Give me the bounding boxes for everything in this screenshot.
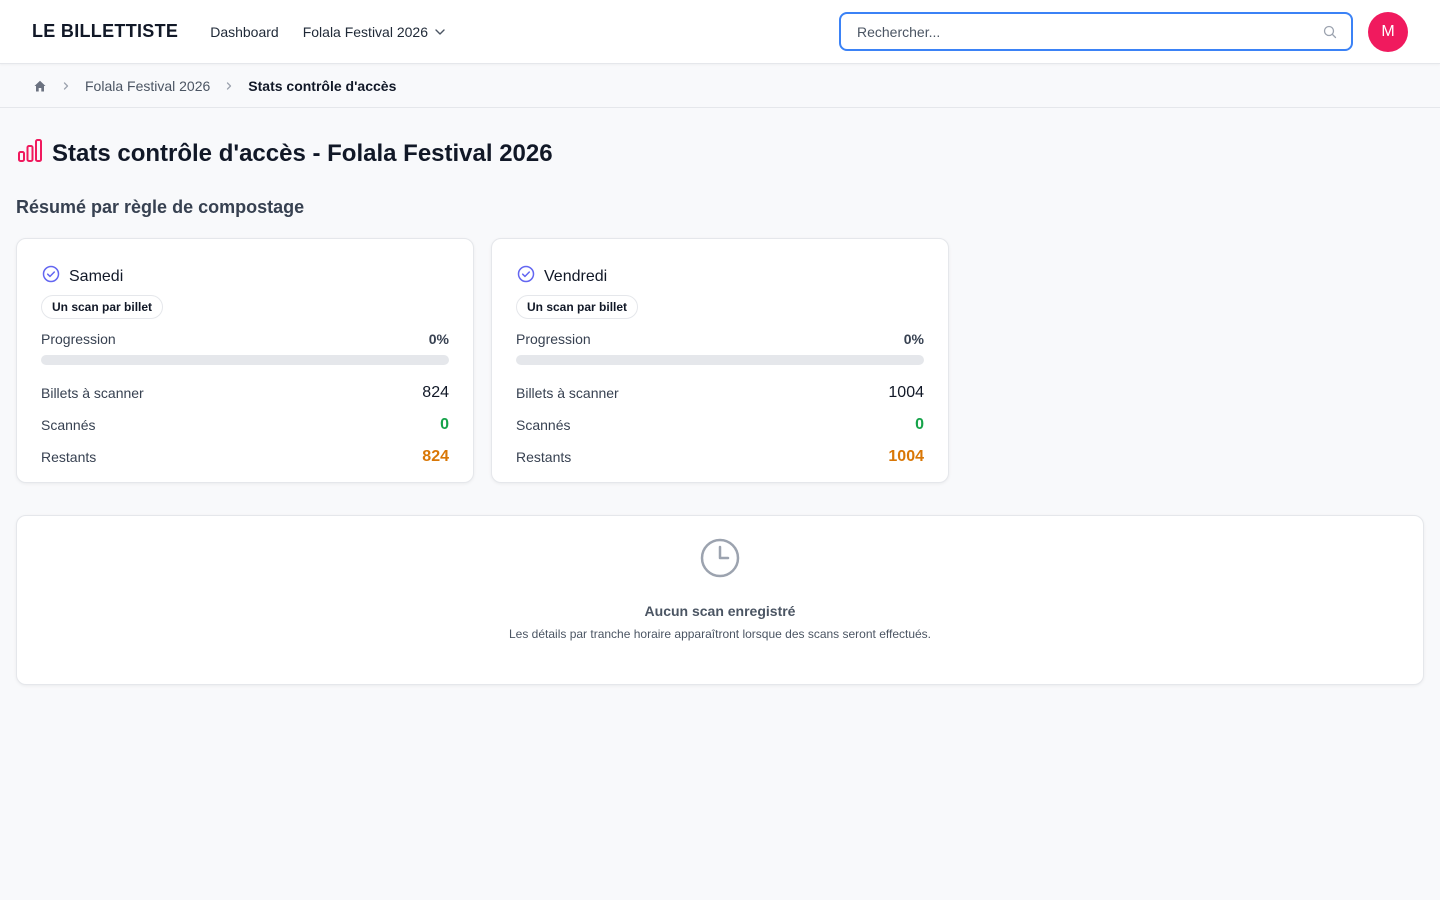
chevron-down-icon: [434, 26, 446, 38]
progress-bar: [41, 355, 449, 365]
home-icon[interactable]: [33, 79, 47, 93]
bar-chart-icon: [16, 138, 44, 169]
progress-label: Progression: [516, 331, 591, 347]
check-circle-icon: [516, 264, 536, 289]
nav-event-dropdown[interactable]: Folala Festival 2026: [303, 24, 446, 40]
stat-label: Restants: [41, 449, 97, 465]
progress-row: Progression 0%: [516, 331, 924, 347]
nav-event-label: Folala Festival 2026: [302, 23, 428, 40]
stat-label: Billets à scanner: [516, 385, 619, 401]
breadcrumb-event[interactable]: Folala Festival 2026: [85, 78, 210, 94]
progress-percent: 0%: [428, 331, 449, 347]
main-content: Stats contrôle d'accès - Folala Festival…: [0, 138, 1440, 685]
stat-label: Restants: [516, 449, 572, 465]
stat-row-scanned: Scannés 0: [41, 409, 449, 441]
chevron-right-icon: [61, 81, 71, 91]
rule-badge: Un scan par billet: [41, 295, 164, 319]
user-avatar[interactable]: M: [1368, 12, 1408, 52]
rule-badge: Un scan par billet: [516, 295, 639, 319]
page-title: Stats contrôle d'accès - Folala Festival…: [52, 139, 553, 167]
clock-icon: [698, 536, 742, 585]
rule-name: Vendredi: [544, 267, 608, 285]
rule-card-samedi: Samedi Un scan par billet Progression 0%…: [16, 238, 474, 483]
stat-value-scanned: 0: [915, 416, 924, 433]
stat-label: Scannés: [41, 417, 96, 433]
stat-value-total: 1004: [888, 384, 924, 401]
chevron-right-icon: [224, 81, 234, 91]
rule-card-vendredi: Vendredi Un scan par billet Progression …: [491, 238, 949, 483]
stat-value-remaining: 824: [422, 448, 449, 465]
empty-state-title: Aucun scan enregistré: [644, 603, 796, 619]
search-icon[interactable]: [1323, 25, 1337, 39]
empty-state-panel: Aucun scan enregistré Les détails par tr…: [16, 515, 1424, 685]
stat-value-remaining: 1004: [888, 448, 924, 465]
search-input[interactable]: [841, 14, 1323, 49]
nav-dashboard-label: Dashboard: [210, 23, 279, 40]
stat-row-scanned: Scannés 0: [516, 409, 924, 441]
top-navbar: LE BILLETTISTE Dashboard Folala Festival…: [0, 0, 1440, 64]
section-title: Résumé par règle de compostage: [16, 197, 305, 217]
stat-value-total: 824: [422, 384, 449, 401]
nav-dashboard[interactable]: Dashboard: [210, 24, 279, 40]
page-header: Stats contrôle d'accès - Folala Festival…: [16, 138, 1424, 169]
progress-row: Progression 0%: [41, 331, 449, 347]
progress-percent: 0%: [903, 331, 924, 347]
empty-state-description: Les détails par tranche horaire apparaît…: [508, 627, 932, 641]
stat-row-total: Billets à scanner 1004: [516, 377, 924, 409]
search-box: [839, 12, 1353, 51]
stat-row-remaining: Restants 824: [41, 441, 449, 473]
breadcrumb: Folala Festival 2026 Stats contrôle d'ac…: [0, 64, 1440, 108]
breadcrumb-current: Stats contrôle d'accès: [248, 77, 397, 94]
rule-cards: Samedi Un scan par billet Progression 0%…: [16, 238, 1424, 483]
stat-label: Scannés: [516, 417, 571, 433]
stat-row-total: Billets à scanner 824: [41, 377, 449, 409]
app-logo[interactable]: LE BILLETTISTE: [32, 21, 178, 42]
rule-name: Samedi: [69, 267, 124, 285]
stat-row-remaining: Restants 1004: [516, 441, 924, 473]
stat-value-scanned: 0: [440, 416, 449, 433]
progress-label: Progression: [41, 331, 116, 347]
stat-label: Billets à scanner: [41, 385, 144, 401]
check-circle-icon: [41, 264, 61, 289]
progress-bar: [516, 355, 924, 365]
